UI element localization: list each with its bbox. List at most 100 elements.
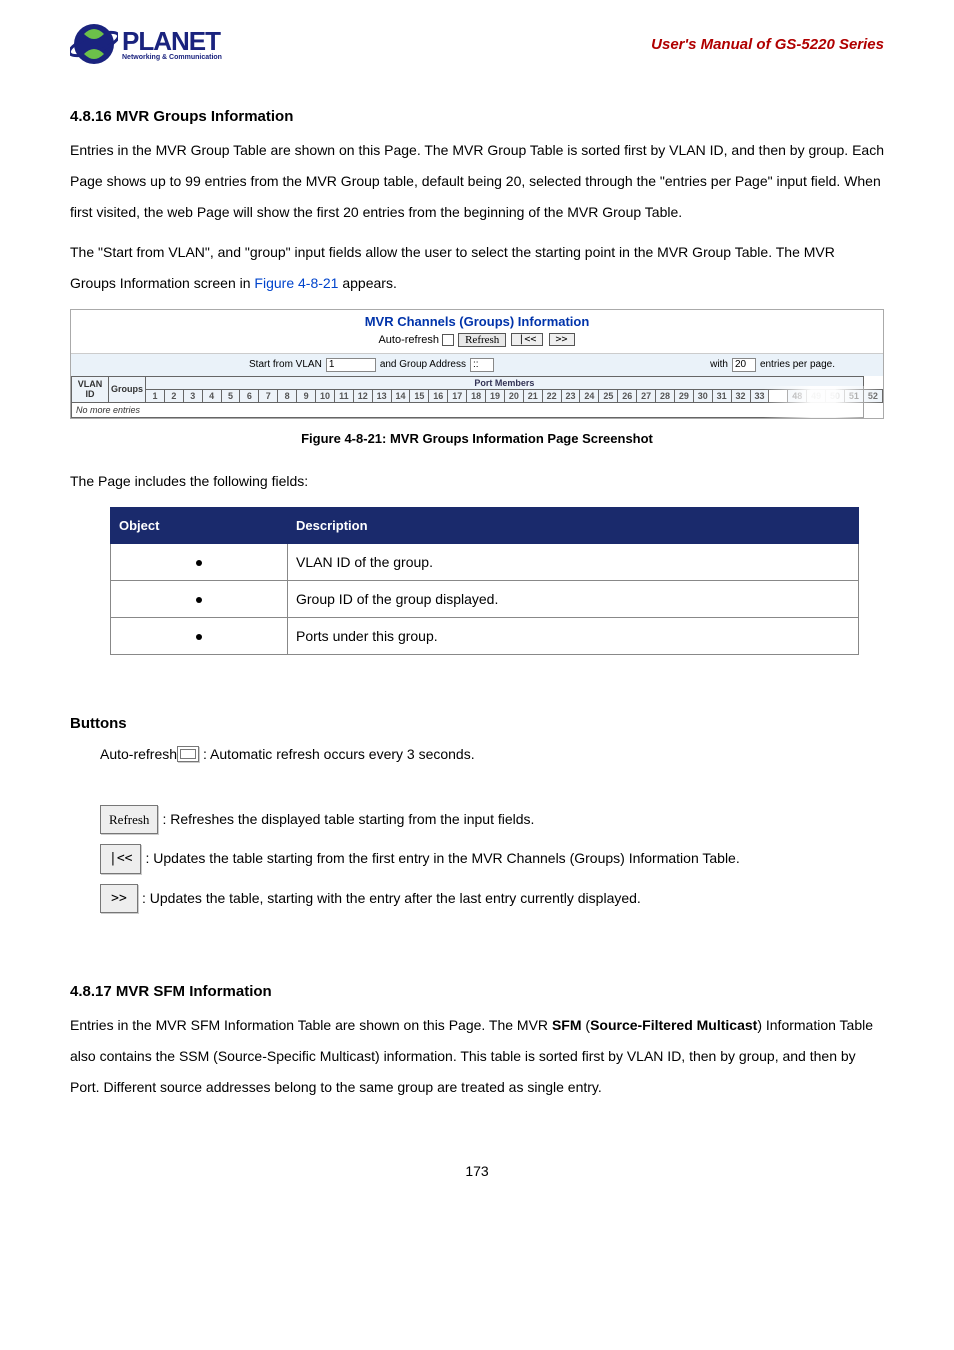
port-col: 15 <box>410 389 429 402</box>
first-desc: : Updates the table starting from the fi… <box>145 846 739 871</box>
port-col: 19 <box>486 389 505 402</box>
screenshot-table-wrap: VLAN ID Groups Port Members 123456789101… <box>71 376 883 418</box>
port-col: 32 <box>731 389 750 402</box>
manual-title: User's Manual of GS-5220 Series <box>651 36 884 53</box>
fields-th-description: Description <box>288 507 859 543</box>
next-page-button[interactable]: >> <box>549 333 575 346</box>
first-button-icon: |<< <box>100 844 141 873</box>
port-col: 8 <box>278 389 297 402</box>
page-header: PLANET Networking & Communication User's… <box>70 20 884 68</box>
refresh-button[interactable]: Refresh <box>458 333 506 347</box>
port-col: 18 <box>467 389 486 402</box>
port-col: 48 <box>788 389 807 402</box>
buttons-heading: Buttons <box>70 715 884 732</box>
start-from-vlan-input[interactable]: 1 <box>326 358 376 372</box>
port-col: 14 <box>391 389 410 402</box>
button-desc-next: >> : Updates the table, starting with th… <box>100 884 884 913</box>
auto-refresh-checkbox[interactable] <box>442 334 454 346</box>
logo: PLANET Networking & Communication <box>70 20 222 68</box>
group-address-input[interactable]: :: <box>470 358 494 372</box>
button-desc-refresh: Refresh : Refreshes the displayed table … <box>100 805 884 834</box>
refresh-desc: : Refreshes the displayed table starting… <box>162 807 534 832</box>
port-col: 26 <box>618 389 637 402</box>
group-address-label: and Group Address <box>380 359 466 370</box>
desc-vlan-id: VLAN ID of the group. <box>288 543 859 580</box>
logo-tagline: Networking & Communication <box>122 54 222 61</box>
port-col: 27 <box>637 389 656 402</box>
port-col: 33 <box>750 389 769 402</box>
page-number: 173 <box>70 1163 884 1179</box>
screenshot-title: MVR Channels (Groups) Information <box>71 310 883 331</box>
col-port-members: Port Members <box>146 376 864 389</box>
port-col: 10 <box>316 389 335 402</box>
port-col: 29 <box>674 389 693 402</box>
figure-caption: Figure 4-8-21: MVR Groups Information Pa… <box>70 431 884 446</box>
sfm-para-a: Entries in the MVR SFM Information Table… <box>70 1017 552 1033</box>
port-col: 50 <box>826 389 845 402</box>
desc-groups: Group ID of the group displayed. <box>288 580 859 617</box>
sfm-full: Source-Filtered Multicast <box>590 1017 757 1033</box>
bullet-icon <box>196 597 202 603</box>
screenshot-filter-row: Start from VLAN 1 and Group Address :: w… <box>71 353 883 376</box>
first-page-button[interactable]: |<< <box>511 333 543 346</box>
port-col: 23 <box>561 389 580 402</box>
port-col: 2 <box>164 389 183 402</box>
col-groups: Groups <box>109 376 146 402</box>
port-col: 25 <box>599 389 618 402</box>
refresh-button-icon: Refresh <box>100 805 158 834</box>
fields-intro: The Page includes the following fields: <box>70 466 884 497</box>
section-heading-mvr-groups: 4.8.16 MVR Groups Information <box>70 108 884 125</box>
port-col: 16 <box>429 389 448 402</box>
para2a: The "Start from VLAN", and "group" input… <box>70 244 835 291</box>
auto-refresh-lead: Auto-refresh <box>100 742 177 767</box>
bullet-icon <box>196 560 202 566</box>
figure-reference: Figure 4-8-21 <box>254 275 338 291</box>
entries-per-page-label: entries per page. <box>760 359 835 370</box>
entries-per-page-input[interactable]: 20 <box>732 358 756 372</box>
port-numbers-row: 1234567891011121314151617181920212223242… <box>72 389 883 402</box>
port-col: 17 <box>448 389 467 402</box>
port-col: 20 <box>504 389 523 402</box>
port-col: 22 <box>542 389 561 402</box>
desc-port-members: Ports under this group. <box>288 617 859 654</box>
screenshot-top-controls: Auto-refresh Refresh |<< >> <box>71 331 883 353</box>
port-col: 24 <box>580 389 599 402</box>
port-col: 13 <box>372 389 391 402</box>
start-from-vlan-label: Start from VLAN <box>249 359 322 370</box>
button-desc-first: |<< : Updates the table starting from th… <box>100 844 884 873</box>
port-col: 12 <box>353 389 372 402</box>
sfm-abbr: SFM <box>552 1017 582 1033</box>
fields-table: Object Description VLAN ID VLAN ID of th… <box>110 507 859 655</box>
next-button-icon: >> <box>100 884 138 913</box>
port-col: 3 <box>183 389 202 402</box>
logo-brand: PLANET <box>122 28 222 54</box>
port-col: 30 <box>693 389 712 402</box>
planet-logo-icon <box>70 20 118 68</box>
screenshot-port-table: VLAN ID Groups Port Members 123456789101… <box>71 376 883 418</box>
table-row: Port Members Ports under this group. <box>111 617 859 654</box>
sfm-paren-a: ( <box>582 1017 591 1033</box>
table-row: VLAN ID VLAN ID of the group. <box>111 543 859 580</box>
port-col: 51 <box>844 389 863 402</box>
checkbox-icon <box>177 746 199 762</box>
port-col: 21 <box>523 389 542 402</box>
para2b: appears. <box>338 275 396 291</box>
auto-refresh-label: Auto-refresh <box>378 334 439 346</box>
next-desc: : Updates the table, starting with the e… <box>142 886 641 911</box>
port-col-gap <box>769 389 788 402</box>
button-desc-auto-refresh: Auto-refresh : Automatic refresh occurs … <box>100 742 884 767</box>
paragraph-intro-2: The "Start from VLAN", and "group" input… <box>70 237 884 299</box>
port-col: 5 <box>221 389 240 402</box>
bullet-icon <box>196 634 202 640</box>
port-col: 1 <box>146 389 165 402</box>
port-col: 7 <box>259 389 278 402</box>
port-col: 28 <box>656 389 675 402</box>
paragraph-intro-1: Entries in the MVR Group Table are shown… <box>70 135 884 227</box>
port-col: 49 <box>807 389 826 402</box>
port-col: 9 <box>297 389 316 402</box>
fields-th-object: Object <box>111 507 288 543</box>
col-vlan-id: VLAN ID <box>72 376 109 402</box>
no-more-entries: No more entries <box>72 402 864 417</box>
table-row: Groups Group ID of the group displayed. <box>111 580 859 617</box>
auto-refresh-desc: : Automatic refresh occurs every 3 secon… <box>203 742 475 767</box>
